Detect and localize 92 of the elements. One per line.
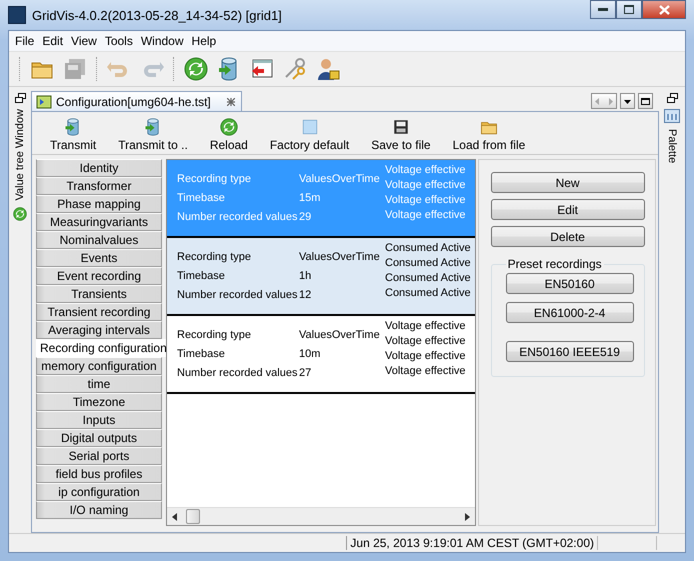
section-tab[interactable]: Averaging intervals (36, 321, 162, 339)
section-tab[interactable]: Nominalvalues (36, 231, 162, 249)
section-tab[interactable]: Transformer (36, 177, 162, 195)
field-label: Recording type (177, 329, 252, 341)
dock-label[interactable]: Palette (666, 129, 678, 164)
reload-icon[interactable] (182, 55, 210, 83)
field-value: 10m (299, 348, 322, 360)
channel-name: Voltage effective (385, 209, 466, 221)
section-tab[interactable]: Serial ports (36, 447, 162, 465)
preset-button[interactable]: EN61000-2-4 (506, 302, 634, 323)
section-tab[interactable]: time (36, 375, 162, 393)
channel-name: Consumed Active (385, 272, 471, 284)
reload-icon (13, 206, 27, 221)
toolbar-button[interactable]: Factory default (260, 118, 360, 154)
close-icon[interactable] (642, 0, 686, 19)
window-title: GridVis-4.0.2(2013-05-28_14-34-52) [grid1] (32, 8, 283, 22)
toolbar-button[interactable]: Save to file (361, 118, 441, 154)
toolbar-button[interactable]: Reload (200, 118, 258, 154)
app-icon (8, 6, 26, 24)
dropdown-icon[interactable] (620, 93, 635, 109)
scroll-left-icon[interactable] (172, 512, 177, 520)
section-tab[interactable]: Timezone (36, 393, 162, 411)
toolbar-button[interactable]: Transmit to .. (108, 118, 198, 154)
field-value: 29 (299, 211, 312, 223)
menu-item[interactable]: Help (188, 34, 220, 48)
restore-icon[interactable] (666, 93, 678, 103)
field-value: ValuesOverTime (299, 251, 381, 263)
menu-item[interactable]: File (11, 34, 38, 48)
action-button[interactable]: Edit (490, 199, 645, 220)
action-button[interactable]: Delete (490, 226, 645, 247)
section-tab[interactable]: I/O naming (36, 501, 162, 519)
minimize-icon[interactable] (590, 0, 616, 19)
section-tab[interactable]: Phase mapping (36, 195, 162, 213)
section-tab[interactable]: Inputs (36, 411, 162, 429)
section-tab[interactable]: Events (36, 249, 162, 267)
close-icon[interactable] (226, 98, 235, 106)
channel-name: Consumed Active (385, 257, 471, 269)
section-tab[interactable]: ip configuration (36, 483, 162, 501)
field-value: 15m (299, 192, 322, 204)
channel-name: Voltage effective (385, 350, 466, 362)
channel-name: Voltage effective (385, 194, 466, 206)
field-label: Recording type (177, 173, 252, 185)
dock-label[interactable]: Value tree Window (14, 109, 26, 201)
scroll-thumb[interactable] (186, 509, 200, 524)
toolbar-button[interactable]: Transmit (40, 118, 106, 154)
action-button[interactable]: New (490, 172, 645, 193)
field-label: Timebase (177, 192, 226, 204)
menu-item[interactable]: View (67, 34, 101, 48)
restore-icon[interactable] (14, 93, 26, 103)
field-value: 27 (299, 367, 312, 379)
editor-tab[interactable]: Configuration[umg604-he.tst] (31, 91, 242, 111)
scroll-right-icon[interactable] (464, 512, 470, 520)
horizontal-scrollbar[interactable] (167, 507, 475, 525)
section-tab[interactable]: Identity (36, 159, 162, 177)
channel-name: Voltage effective (385, 179, 466, 191)
section-tab[interactable]: Measuringvariants (36, 213, 162, 231)
field-value: ValuesOverTime (299, 173, 381, 185)
field-label: Number recorded values (177, 289, 298, 301)
toolbar-button[interactable]: Load from file (442, 118, 536, 154)
menu-item[interactable]: Window (136, 34, 188, 48)
section-tab[interactable]: Recording configuration (36, 339, 166, 357)
maximize-icon[interactable] (616, 0, 642, 19)
field-label: Number recorded values (177, 367, 298, 379)
channel-name: Voltage effective (385, 335, 466, 347)
menu-item[interactable]: Edit (38, 34, 68, 48)
field-label: Recording type (177, 251, 252, 263)
square-icon (300, 118, 319, 136)
field-label: Timebase (177, 270, 226, 282)
field-label: Timebase (177, 348, 226, 360)
reload-icon (220, 118, 238, 136)
menu-item[interactable]: Tools (100, 34, 137, 48)
field-value: ValuesOverTime (299, 329, 381, 341)
palette-icon (664, 109, 680, 123)
field-value: 1h (299, 270, 312, 282)
status-datetime: Jun 25, 2013 9:19:01 AM CEST (GMT+02:00) (346, 536, 598, 550)
section-tab[interactable]: Event recording (36, 267, 162, 285)
section-tab[interactable]: Digital outputs (36, 429, 162, 447)
channel-name: Voltage effective (385, 320, 466, 332)
group-title: Preset recordings (506, 257, 603, 271)
channel-name: Consumed Active (385, 242, 471, 254)
channel-name: Voltage effective (385, 164, 466, 176)
section-tab[interactable]: Transient recording (36, 303, 162, 321)
channel-name: Consumed Active (385, 287, 471, 299)
section-tab[interactable]: field bus profiles (36, 465, 162, 483)
section-tab[interactable]: memory configuration (36, 357, 162, 375)
maximize-icon[interactable] (638, 93, 653, 109)
field-value: 12 (299, 289, 312, 301)
section-tab[interactable]: Transients (36, 285, 162, 303)
preset-button[interactable]: EN50160 IEEE519 (506, 341, 634, 362)
preset-button[interactable]: EN50160 (506, 273, 634, 294)
field-label: Number recorded values (177, 211, 298, 223)
channel-name: Voltage effective (385, 365, 466, 377)
